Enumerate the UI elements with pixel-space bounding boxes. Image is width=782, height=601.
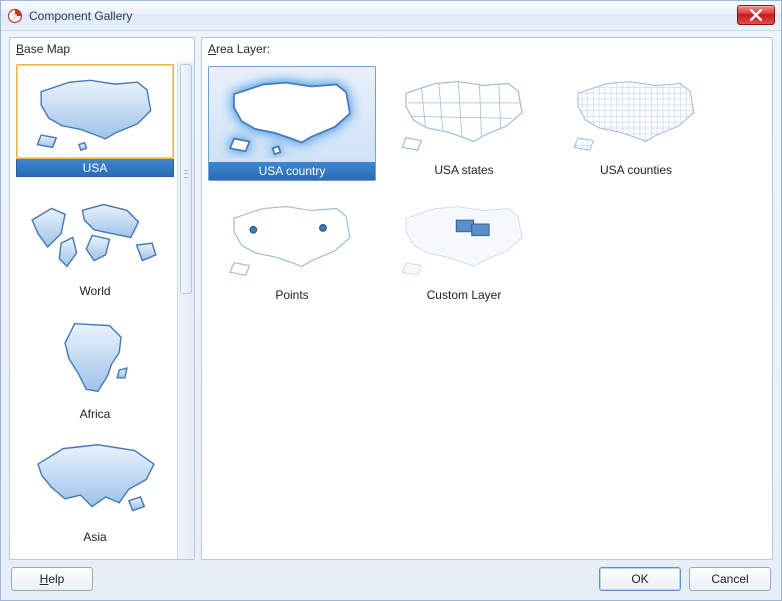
base-map-item-label: Africa (16, 405, 174, 423)
area-layer-item-label: USA country (209, 162, 375, 180)
area-layer-item-custom-layer[interactable]: Custom Layer (380, 191, 548, 304)
base-map-scroll: USA (10, 62, 194, 559)
points-icon (208, 191, 376, 286)
dialog-footer: Help OK Cancel (1, 564, 781, 600)
base-map-item-label: Asia (16, 528, 174, 546)
base-map-item-usa[interactable]: USA (16, 64, 174, 177)
area-layer-item-label: USA counties (552, 161, 720, 179)
area-layer-label-rest: rea Layer: (216, 42, 270, 56)
dialog-window: Component Gallery Base Map (0, 0, 782, 601)
area-layer-panel: Area Layer: (201, 37, 773, 560)
usa-country-icon (209, 67, 375, 162)
titlebar: Component Gallery (1, 1, 781, 31)
base-map-item-africa[interactable]: Africa (16, 310, 174, 423)
area-layer-list: USA country (202, 62, 772, 559)
help-button-rest: elp (48, 572, 64, 586)
area-layer-item-label: Custom Layer (380, 286, 548, 304)
area-layer-item-label: Points (208, 286, 376, 304)
base-map-scrollbar[interactable] (177, 62, 194, 559)
cancel-button[interactable]: Cancel (689, 567, 771, 591)
custom-layer-icon (380, 191, 548, 286)
usa-states-icon (380, 66, 548, 161)
scrollbar-thumb[interactable] (180, 64, 192, 294)
usa-map-icon (16, 64, 174, 159)
area-layer-gallery: USA country (208, 66, 766, 310)
area-layer-label: Area Layer: (202, 38, 772, 62)
app-icon (7, 8, 23, 24)
base-map-item-label: USA (16, 159, 174, 177)
base-map-item-asia[interactable]: Asia (16, 433, 174, 546)
window-title: Component Gallery (29, 9, 132, 23)
base-map-item-label: World (16, 282, 174, 300)
area-layer-scroll: USA country (202, 62, 772, 559)
base-map-gallery: USA (16, 64, 175, 552)
area-layer-mnemonic: A (208, 42, 216, 56)
help-button[interactable]: Help (11, 567, 93, 591)
area-layer-item-usa-states[interactable]: USA states (380, 66, 548, 181)
ok-button[interactable]: OK (599, 567, 681, 591)
base-map-item-world[interactable]: World (16, 187, 174, 300)
base-map-panel: Base Map (9, 37, 195, 560)
world-map-icon (16, 187, 174, 282)
base-map-list: USA (10, 62, 177, 559)
area-layer-item-usa-counties[interactable]: USA counties (552, 66, 720, 181)
africa-map-icon (16, 310, 174, 405)
asia-map-icon (16, 433, 174, 528)
close-button[interactable] (737, 5, 775, 25)
base-map-label-rest: ase Map (24, 42, 70, 56)
area-layer-item-label: USA states (380, 161, 548, 179)
close-icon (750, 9, 762, 21)
base-map-label: Base Map (10, 38, 194, 62)
area-layer-item-points[interactable]: Points (208, 191, 376, 304)
usa-counties-icon (552, 66, 720, 161)
dialog-body: Base Map (1, 31, 781, 564)
base-map-mnemonic: B (16, 42, 24, 56)
area-layer-item-usa-country[interactable]: USA country (208, 66, 376, 181)
